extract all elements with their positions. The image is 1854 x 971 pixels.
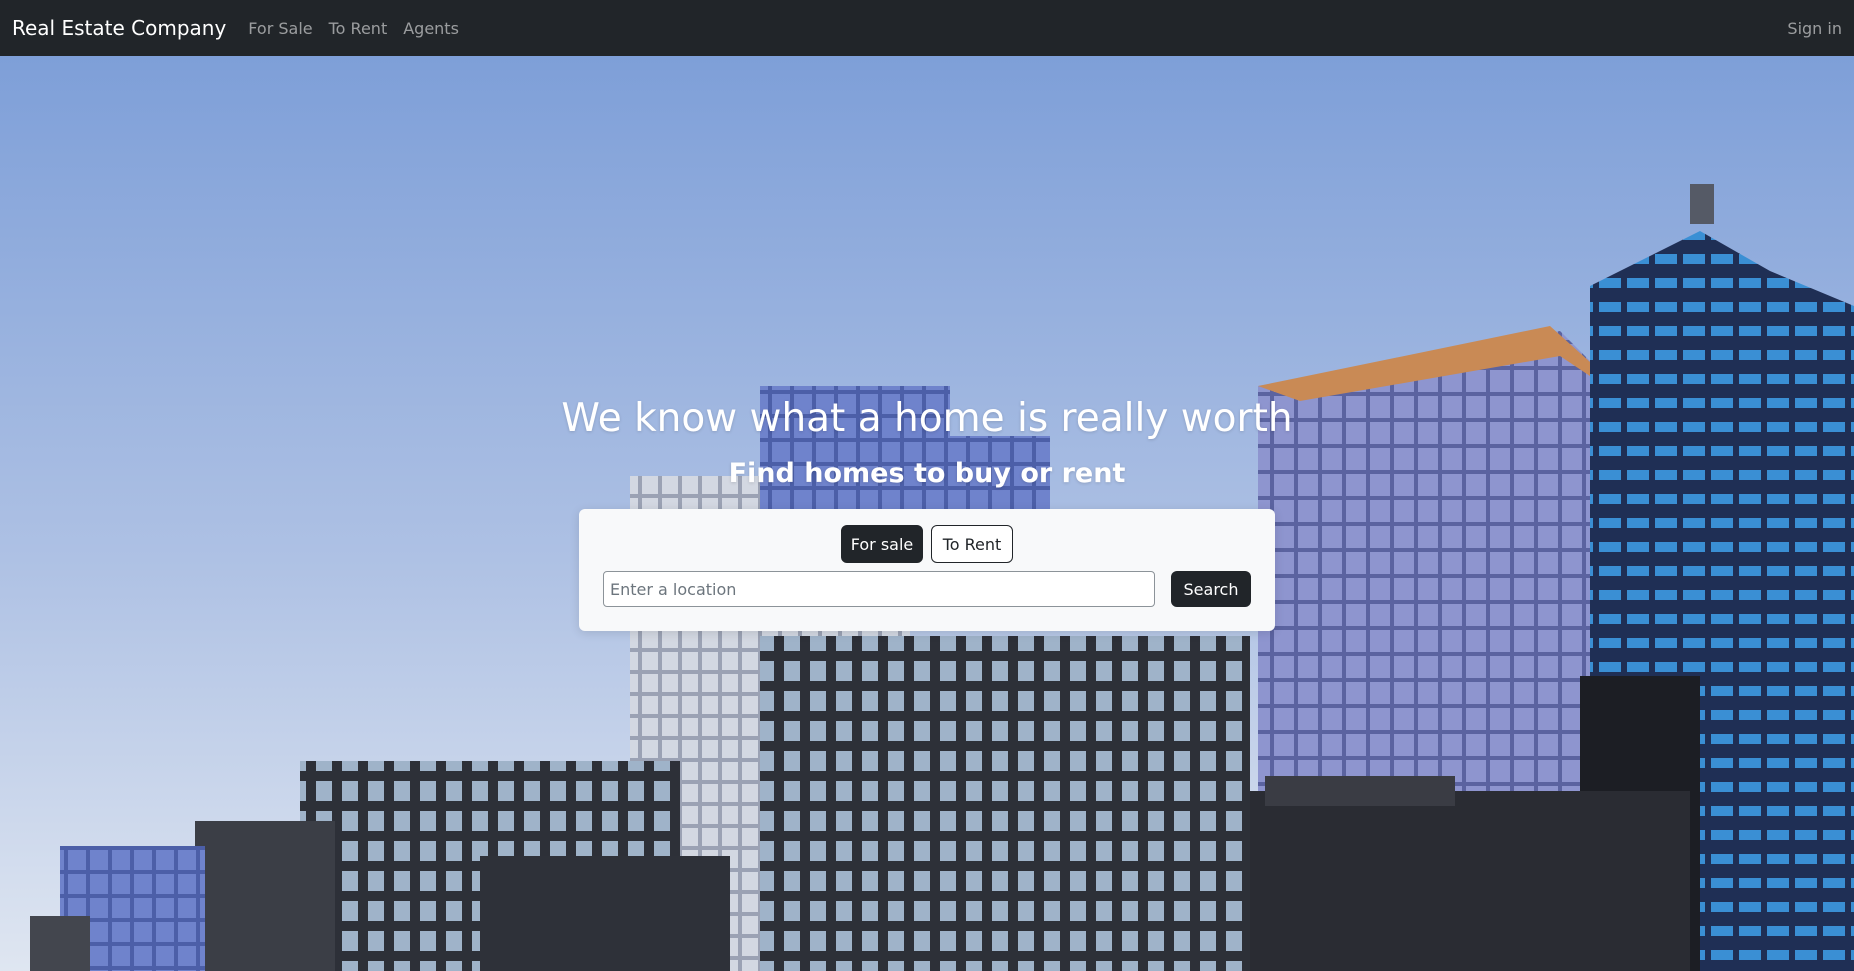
nav-link-to-rent[interactable]: To Rent	[329, 19, 388, 38]
hero-title: We know what a home is really worth	[561, 396, 1293, 441]
to-rent-toggle-button[interactable]: To Rent	[931, 525, 1013, 563]
hero-section: We know what a home is really worth Find…	[0, 56, 1854, 971]
top-navbar: Real Estate Company For Sale To Rent Age…	[0, 0, 1854, 56]
search-button[interactable]: Search	[1171, 571, 1251, 607]
search-card: For sale To Rent Search	[579, 509, 1275, 631]
nav-link-for-sale[interactable]: For Sale	[248, 19, 312, 38]
brand-link[interactable]: Real Estate Company	[12, 16, 226, 40]
location-search-input[interactable]	[603, 571, 1155, 607]
for-sale-toggle-button[interactable]: For sale	[841, 525, 923, 563]
hero-subtitle: Find homes to buy or rent	[728, 458, 1126, 489]
nav-link-agents[interactable]: Agents	[403, 19, 459, 38]
sign-in-link[interactable]: Sign in	[1787, 19, 1842, 38]
